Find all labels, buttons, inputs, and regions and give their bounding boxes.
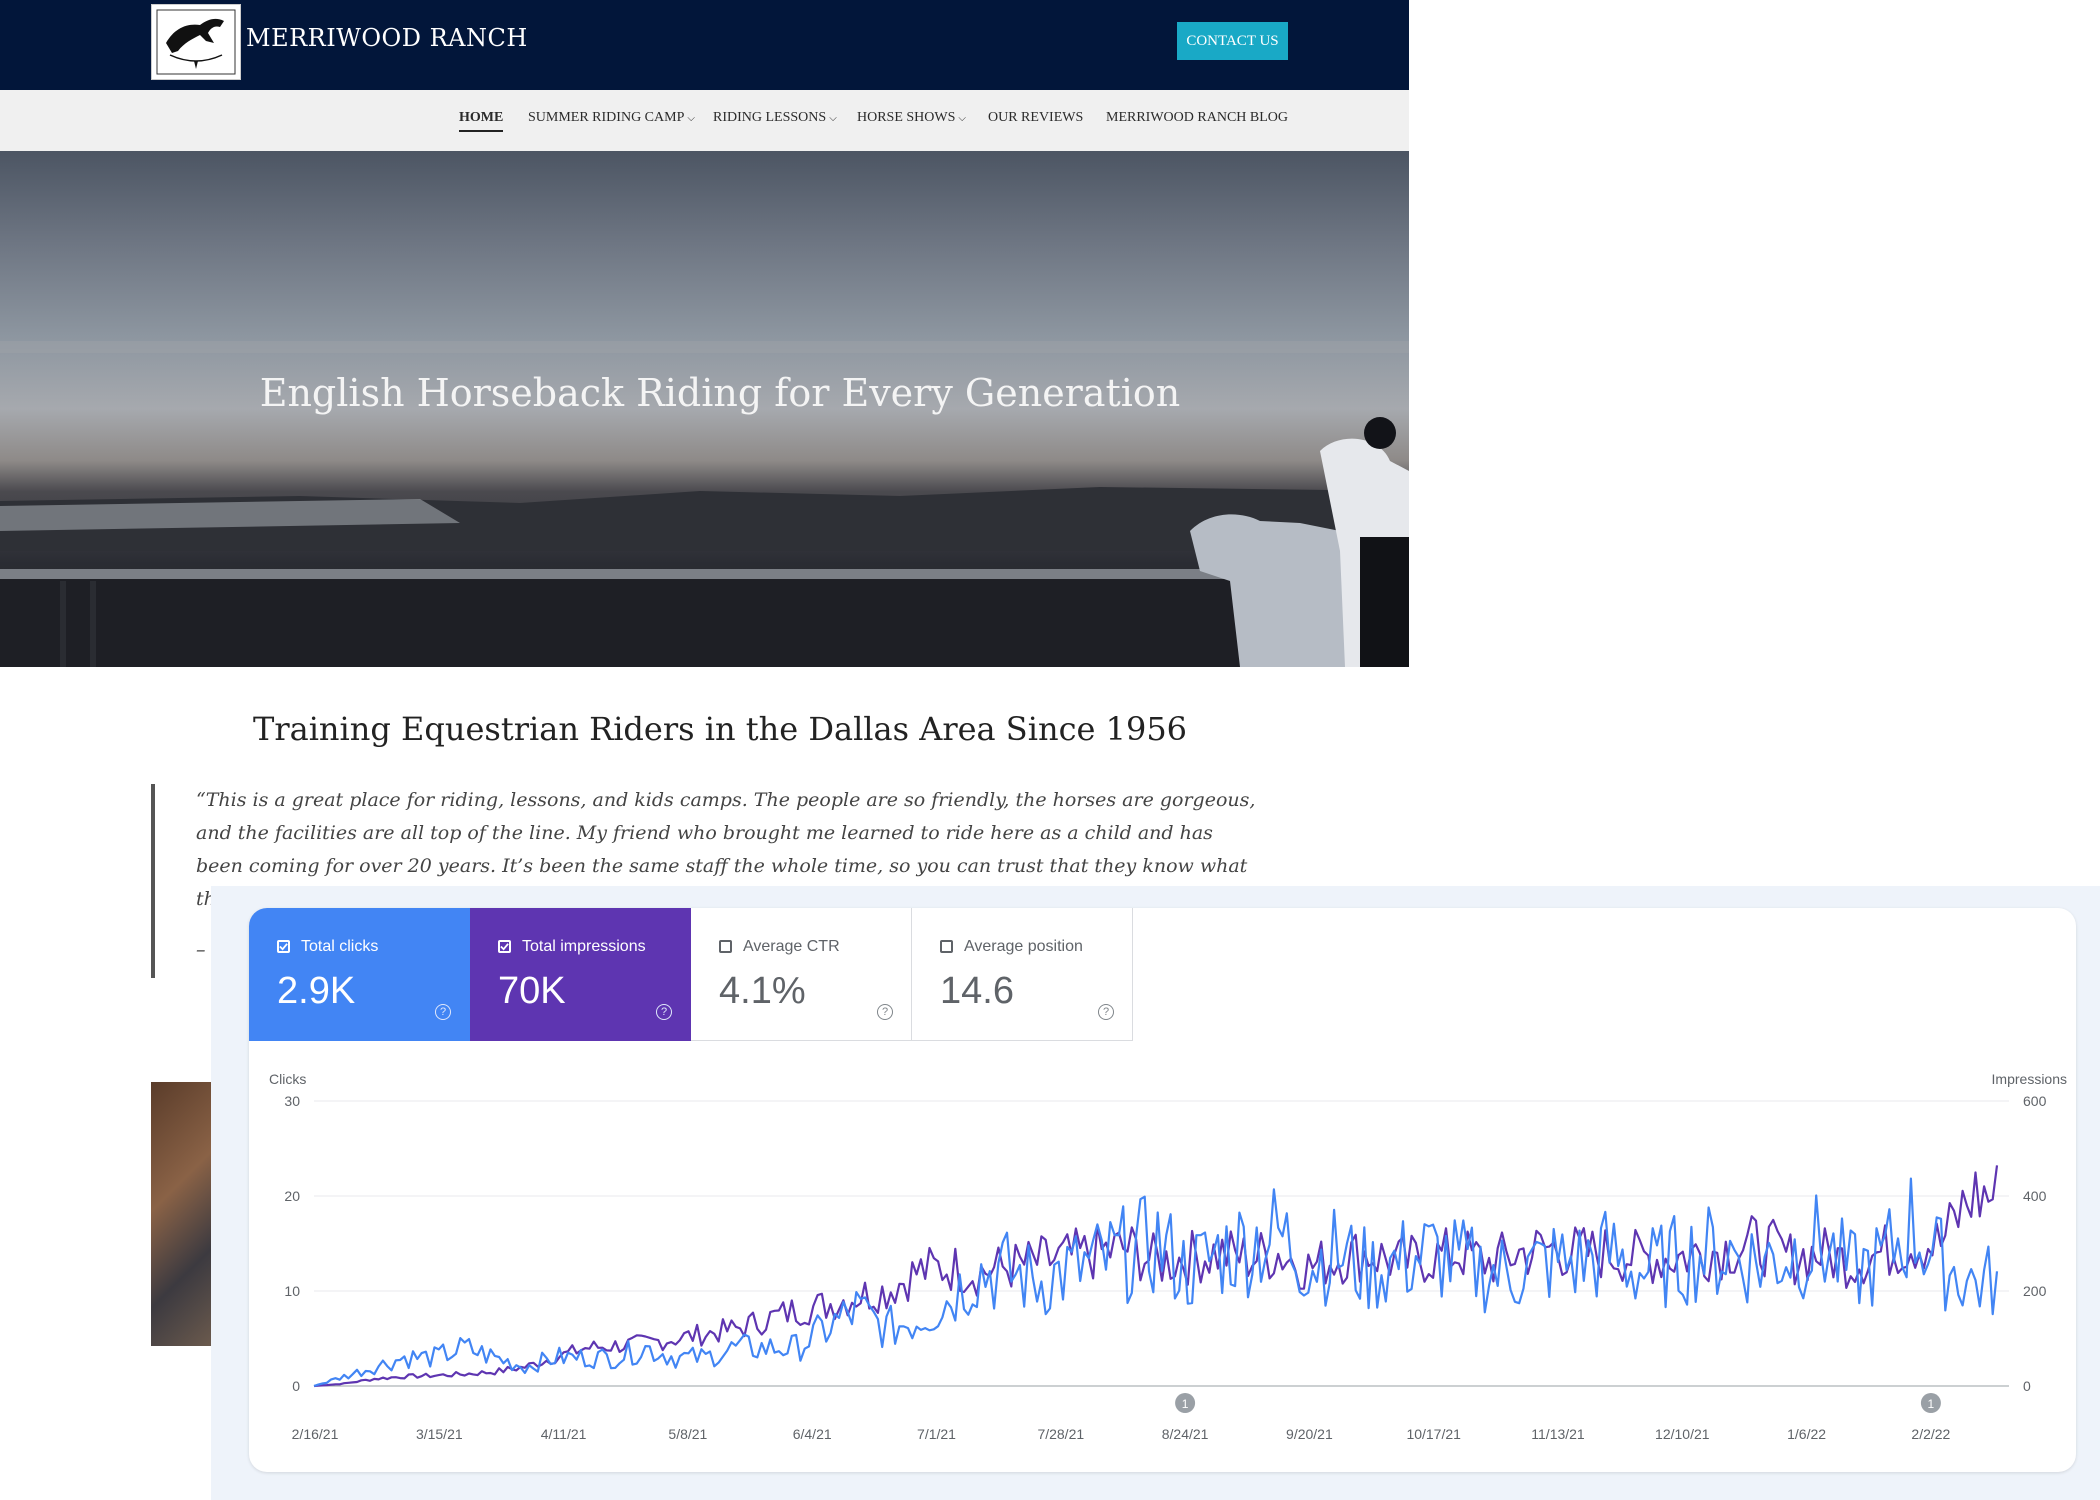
nav-summer-riding-camp[interactable]: SUMMER RIDING CAMP ⌵ bbox=[528, 110, 695, 126]
x-tick: 5/8/21 bbox=[668, 1426, 707, 1442]
nav-blog-label: MERRIWOOD RANCH BLOG bbox=[1106, 110, 1288, 125]
series-line-clicks bbox=[313, 1177, 1999, 1388]
horse-logo-icon bbox=[156, 9, 236, 75]
hero-title: English Horseback Riding for Every Gener… bbox=[259, 371, 1181, 415]
main-nav: HOME SUMMER RIDING CAMP ⌵ RIDING LESSONS ⌵… bbox=[0, 90, 1409, 152]
y-tick-left: 20 bbox=[284, 1188, 300, 1204]
y-tick-right: 600 bbox=[2023, 1093, 2047, 1109]
nav-our-reviews[interactable]: OUR REVIEWS bbox=[988, 110, 1083, 126]
quote-bar bbox=[151, 784, 155, 978]
y-tick-right: 200 bbox=[2023, 1283, 2047, 1299]
site-header: MERRIWOOD RANCH CONTACT US bbox=[0, 0, 1409, 90]
x-tick: 10/17/21 bbox=[1406, 1426, 1461, 1442]
section-heading: Training Equestrian Riders in the Dallas… bbox=[252, 710, 1188, 748]
x-tick: 3/15/21 bbox=[416, 1426, 463, 1442]
x-tick: 1/6/22 bbox=[1787, 1426, 1826, 1442]
ranch-logo[interactable] bbox=[151, 4, 241, 80]
nav-summer-riding-camp-label: SUMMER RIDING CAMP bbox=[528, 110, 685, 125]
x-tick: 11/13/21 bbox=[1531, 1426, 1585, 1442]
y-tick-right: 0 bbox=[2023, 1378, 2031, 1394]
y-tick-left: 30 bbox=[284, 1093, 300, 1109]
x-tick: 2/2/22 bbox=[1911, 1426, 1950, 1442]
nav-our-reviews-label: OUR REVIEWS bbox=[988, 110, 1084, 125]
y-axis-label-right: Impressions bbox=[1992, 1071, 2067, 1087]
x-tick: 12/10/21 bbox=[1655, 1426, 1710, 1442]
annotation-label: 1 bbox=[1928, 1397, 1935, 1411]
x-tick: 2/16/21 bbox=[292, 1426, 339, 1442]
contact-us-button[interactable]: CONTACT US bbox=[1177, 22, 1288, 60]
series-line-impressions bbox=[313, 1165, 1999, 1388]
nav-riding-lessons[interactable]: RIDING LESSONS ⌵ bbox=[713, 110, 837, 126]
hero-banner: English Horseback Riding for Every Gener… bbox=[0, 151, 1409, 667]
nav-home[interactable]: HOME bbox=[459, 110, 504, 132]
y-tick-left: 0 bbox=[292, 1378, 300, 1394]
performance-card: Total clicks 2.9K ? Total impressions 70… bbox=[249, 908, 2076, 1472]
x-tick: 8/24/21 bbox=[1162, 1426, 1209, 1442]
nav-home-label: HOME bbox=[459, 110, 504, 125]
performance-chart: 0 0 10 200 20 400 30 600 Clicks Impressions 2/16/2… bbox=[269, 1071, 2067, 1442]
y-tick-left: 10 bbox=[284, 1283, 300, 1299]
x-tick: 6/4/21 bbox=[793, 1426, 832, 1442]
nav-riding-lessons-label: RIDING LESSONS bbox=[713, 110, 827, 125]
nav-horse-shows[interactable]: HORSE SHOWS ⌵ bbox=[857, 110, 966, 126]
horse-photo bbox=[151, 1082, 211, 1346]
x-tick: 7/28/21 bbox=[1037, 1426, 1084, 1442]
y-tick-right: 400 bbox=[2023, 1188, 2047, 1204]
nav-horse-shows-label: HORSE SHOWS bbox=[857, 110, 956, 125]
chevron-down-icon: ⌵ bbox=[958, 113, 966, 124]
brand-name[interactable]: MERRIWOOD RANCH bbox=[246, 24, 528, 52]
nav-merriwood-ranch-blog[interactable]: MERRIWOOD RANCH BLOG bbox=[1106, 110, 1288, 126]
chevron-down-icon: ⌵ bbox=[829, 113, 837, 124]
chevron-down-icon: ⌵ bbox=[687, 113, 695, 124]
x-tick: 7/1/21 bbox=[917, 1426, 956, 1442]
x-tick: 4/11/21 bbox=[541, 1426, 587, 1442]
x-tick: 9/20/21 bbox=[1286, 1426, 1333, 1442]
annotation-label: 1 bbox=[1182, 1397, 1189, 1411]
y-axis-label-left: Clicks bbox=[269, 1071, 306, 1087]
